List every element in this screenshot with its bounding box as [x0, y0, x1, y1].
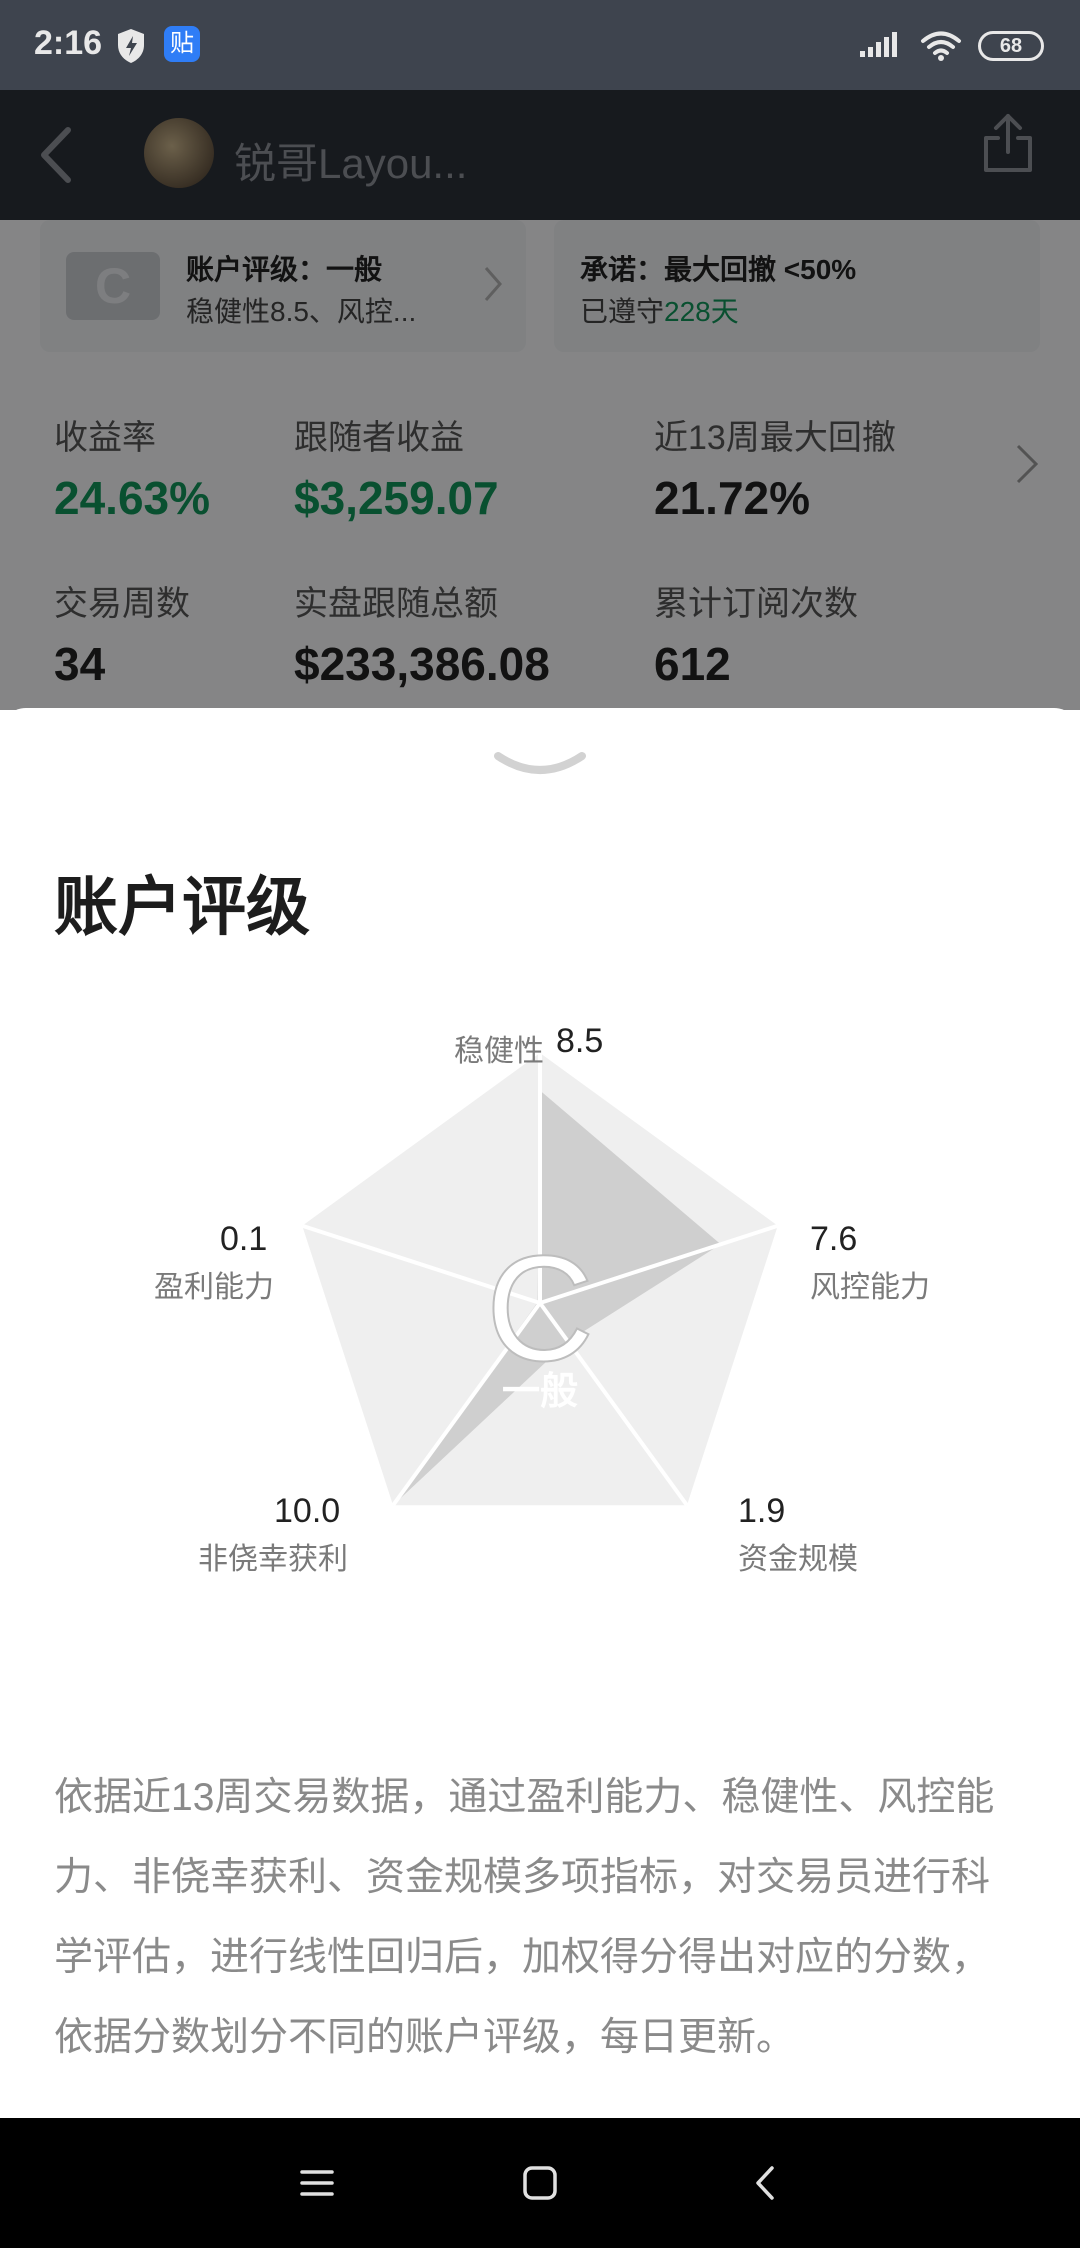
radar-value-label: 7.6 — [810, 1220, 858, 1258]
home-icon[interactable] — [515, 2158, 565, 2208]
menu-icon[interactable] — [292, 2158, 342, 2208]
signal-icon — [860, 32, 897, 57]
radar-grade-word: 一般 — [502, 1369, 578, 1413]
shield-icon — [118, 29, 144, 63]
radar-axis-label: 风控能力 — [810, 1271, 930, 1304]
radar-grade-letter: C — [486, 1224, 594, 1392]
battery-icon: 68 — [978, 31, 1044, 61]
status-time: 2:16 — [34, 24, 103, 62]
radar-value-label: 0.1 — [220, 1220, 268, 1258]
system-nav-bar — [0, 2118, 1080, 2248]
radar-axis-label: 非侥幸获利 — [198, 1543, 348, 1576]
rating-sheet: 账户评级 C 一般 稳健性 8.5 7.6 风控能力 1.9 资金规模 10.0… — [0, 708, 1080, 2118]
wifi-icon — [921, 31, 961, 61]
radar-axis-label: 盈利能力 — [154, 1271, 274, 1304]
radar-axis-label: 资金规模 — [738, 1543, 858, 1576]
radar-value-label: 1.9 — [738, 1492, 786, 1530]
radar-axis-label: 稳健性 — [454, 1035, 544, 1068]
app-notification-icon: 贴 — [164, 26, 200, 62]
radar-value-label: 8.5 — [556, 1022, 604, 1060]
back-icon[interactable] — [742, 2158, 792, 2208]
status-indicators: 68 — [860, 28, 1044, 64]
status-bar: 2:16 贴 68 — [0, 0, 1080, 90]
radar-value-label: 10.0 — [274, 1492, 341, 1530]
modal-backdrop[interactable] — [0, 90, 1080, 710]
rating-description: 依据近13周交易数据，通过盈利能力、稳健性、风控能力、非侥幸获利、资金规模多项指… — [54, 1776, 995, 2059]
